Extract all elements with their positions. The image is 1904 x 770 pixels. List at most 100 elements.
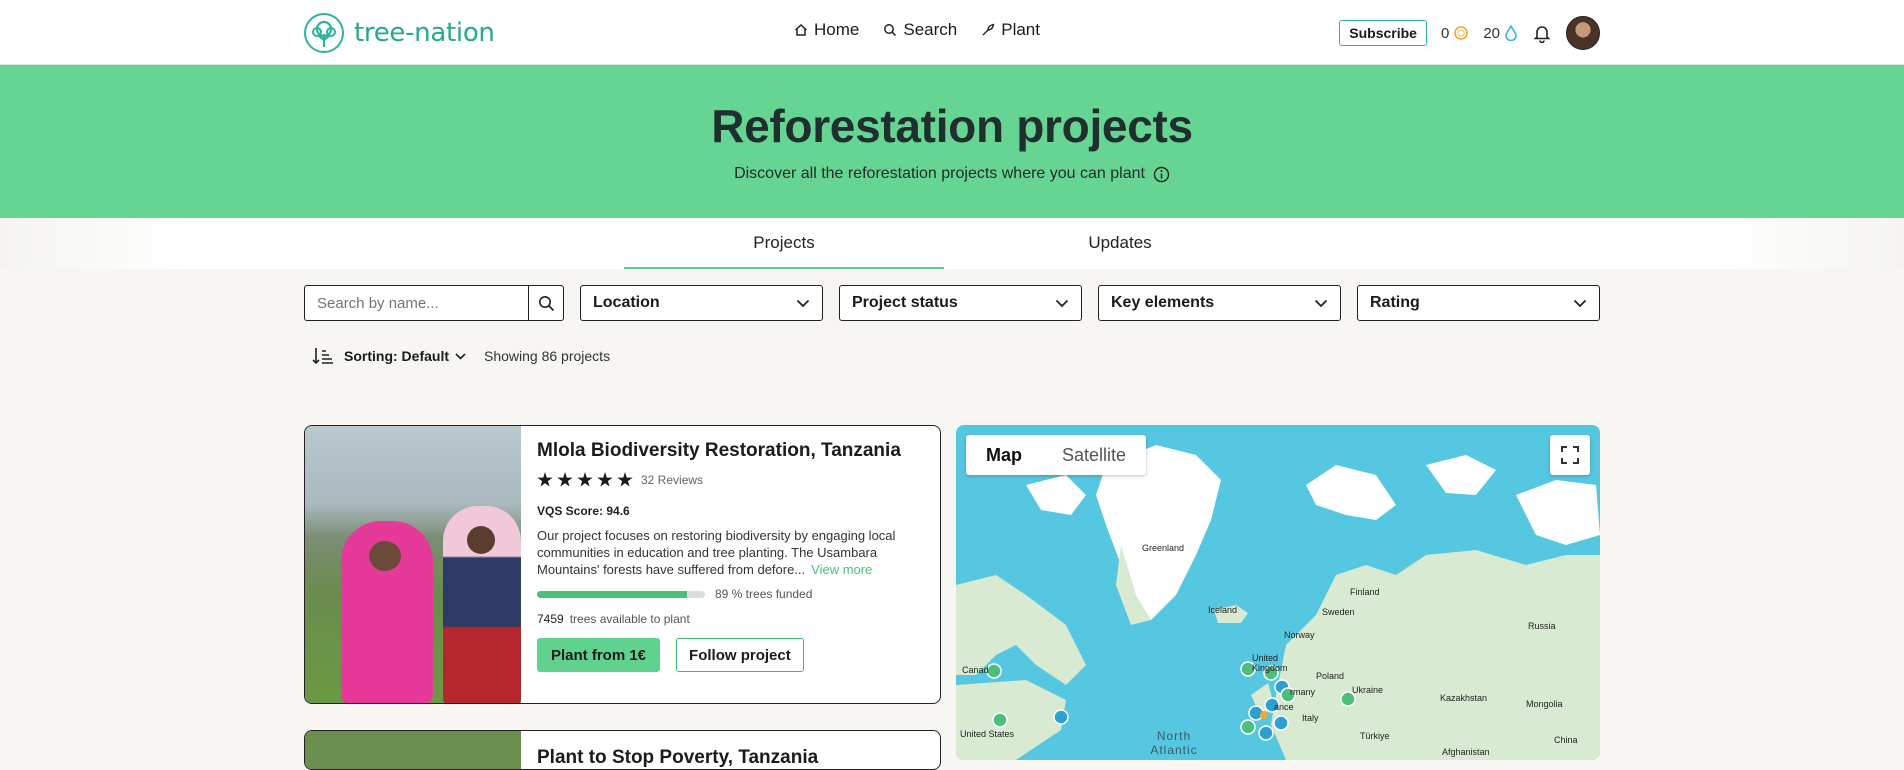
drops-count: 20	[1483, 24, 1500, 42]
key-elements-select[interactable]: Key elements	[1098, 285, 1341, 321]
search-icon	[538, 295, 554, 311]
rating-select[interactable]: Rating	[1357, 285, 1600, 321]
map-label-ukraine: Ukraine	[1352, 685, 1384, 695]
home-icon	[794, 23, 808, 36]
rating-select-label: Rating	[1370, 294, 1420, 311]
map-label-poland: Poland	[1316, 671, 1345, 681]
trees-available-text: trees available to plant	[569, 612, 690, 626]
map-label-united-states: United States	[960, 729, 1015, 739]
map-label-germany-partial: rmany	[1290, 687, 1316, 697]
nav-home[interactable]: Home	[794, 20, 859, 40]
trees-available-count: 7459	[537, 612, 564, 626]
plant-button[interactable]: Plant from 1€	[537, 638, 661, 672]
map-label-united-kingdom: United Kingdom	[1252, 653, 1288, 673]
location-select[interactable]: Location	[580, 285, 823, 321]
trees-available: 7459 trees available to plant	[537, 612, 927, 626]
tab-updates[interactable]: Updates	[960, 233, 1280, 253]
project-title[interactable]: Mlola Biodiversity Restoration, Tanzania	[537, 440, 927, 462]
logo[interactable]: tree-nation	[304, 13, 495, 53]
project-photo[interactable]	[305, 731, 521, 769]
hero-banner: Reforestation projects Discover all the …	[0, 65, 1904, 218]
nav-home-label: Home	[814, 20, 860, 39]
progress-track	[537, 590, 705, 598]
results-count: Showing 86 projects	[484, 348, 611, 364]
subscribe-button[interactable]: Subscribe	[1339, 20, 1427, 46]
coins-counter[interactable]: 0	[1441, 25, 1469, 42]
logo-text: tree-nation	[354, 18, 495, 48]
map-label-norway: Norway	[1284, 630, 1315, 640]
bell-icon[interactable]	[1532, 23, 1552, 43]
photo-person	[341, 521, 433, 703]
map-label-canada: Canada	[962, 665, 988, 675]
nav-plant[interactable]: Plant	[981, 20, 1040, 40]
progress-fill	[537, 590, 687, 598]
map-label-italy: Italy	[1302, 713, 1319, 723]
chevron-down-icon	[1055, 299, 1069, 307]
tab-projects[interactable]: Projects	[624, 233, 944, 269]
fullscreen-button[interactable]	[1550, 435, 1590, 475]
star-icon	[537, 472, 553, 487]
funded-text: 89 % trees funded	[715, 587, 813, 601]
satellite-view-button[interactable]: Satellite	[1042, 435, 1146, 475]
project-card-body: Mlola Biodiversity Restoration, Tanzania…	[537, 440, 927, 672]
page-subtitle: Discover all the reforestation projects …	[734, 165, 1170, 183]
map-label-north-atlantic: North Atlantic	[1150, 729, 1198, 757]
top-navigation-bar: tree-nation Home Search Plant Subscribe …	[0, 0, 1904, 65]
reviews-count[interactable]: 32 Reviews	[641, 473, 703, 487]
chevron-down-icon	[1573, 299, 1587, 307]
funding-progress: 89 % trees funded	[537, 587, 927, 601]
filter-bar: Location Project status Key elements Rat…	[304, 285, 1600, 321]
map-view-button[interactable]: Map	[966, 435, 1042, 475]
sorting-row: Sorting: Default Showing 86 projects	[312, 346, 610, 366]
fullscreen-icon	[1561, 446, 1579, 464]
page-title: Reforestation projects	[711, 100, 1193, 152]
map-type-toggle: Map Satellite	[966, 435, 1147, 475]
project-card[interactable]: Plant to Stop Poverty, Tanzania	[304, 730, 941, 770]
card-actions: Plant from 1€ Follow project	[537, 638, 927, 672]
project-description: Our project focuses on restoring biodive…	[537, 527, 927, 578]
project-rating: 32 Reviews	[537, 472, 927, 488]
vqs-score: VQS Score: 94.6	[537, 504, 630, 518]
water-drop-icon	[1505, 25, 1517, 41]
view-tabs: Projects Updates	[0, 218, 1904, 269]
plant-icon	[982, 23, 995, 36]
project-status-select[interactable]: Project status	[839, 285, 1082, 321]
map-label-sweden: Sweden	[1322, 607, 1355, 617]
tree-logo-icon	[304, 13, 344, 53]
drops-counter[interactable]: 20	[1483, 25, 1518, 42]
chevron-down-icon	[796, 299, 810, 307]
map-label-afghanistan: Afghanistan	[1442, 747, 1490, 757]
location-select-label: Location	[593, 294, 660, 311]
star-icon	[597, 472, 613, 487]
coin-icon	[1454, 26, 1469, 40]
star-icon	[577, 472, 593, 487]
project-photo[interactable]	[305, 426, 521, 703]
map-label-greenland: Greenland	[1142, 543, 1185, 553]
nav-search-label: Search	[903, 20, 958, 39]
nav-plant-label: Plant	[1001, 20, 1040, 39]
search-input[interactable]	[305, 286, 528, 320]
project-card[interactable]: Mlola Biodiversity Restoration, Tanzania…	[304, 425, 941, 704]
follow-project-button[interactable]: Follow project	[676, 638, 804, 672]
projects-map[interactable]: Greenland Iceland Finland Sweden Norway …	[956, 425, 1600, 760]
map-label-france-partial: ance	[1274, 702, 1294, 712]
user-avatar[interactable]	[1566, 16, 1600, 50]
project-search	[304, 285, 564, 321]
page-subtitle-text: Discover all the reforestation projects …	[734, 165, 1145, 182]
key-elements-select-label: Key elements	[1111, 294, 1215, 311]
project-status-select-label: Project status	[852, 294, 958, 311]
photo-person	[443, 506, 521, 703]
coins-count: 0	[1440, 24, 1450, 42]
search-icon	[884, 24, 897, 37]
nav-search[interactable]: Search	[883, 20, 957, 40]
search-button[interactable]	[528, 286, 563, 320]
project-title[interactable]: Plant to Stop Poverty, Tanzania	[537, 747, 818, 769]
view-more-link[interactable]: View more	[811, 562, 872, 577]
star-icon	[617, 472, 633, 487]
info-icon[interactable]	[1153, 166, 1170, 183]
map-label-mongolia: Mongolia	[1526, 699, 1563, 709]
map-label-iceland: Iceland	[1208, 605, 1238, 615]
header-tools: Subscribe 0 20	[1339, 15, 1600, 51]
map-label-turkiye: Türkiye	[1360, 731, 1390, 741]
sorting-dropdown[interactable]: Sorting: Default	[344, 348, 466, 364]
